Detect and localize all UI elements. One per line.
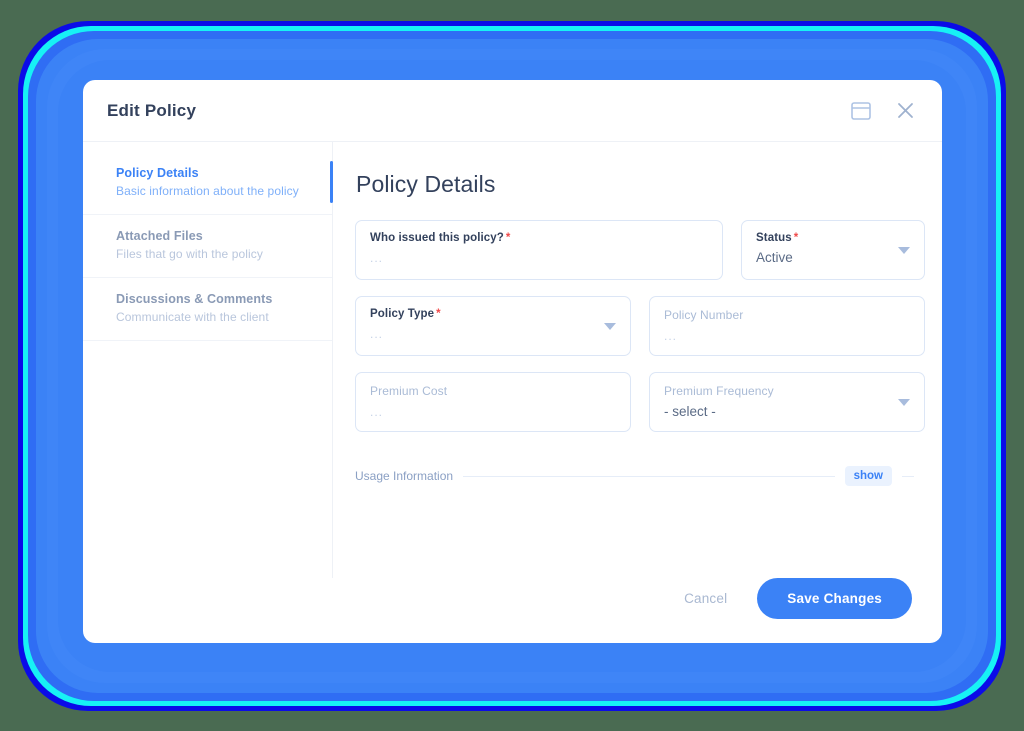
sidebar-item-sublabel: Basic information about the policy bbox=[116, 184, 299, 198]
premium-cost-field-label: Premium Cost bbox=[370, 384, 448, 398]
usage-information-label: Usage Information bbox=[355, 469, 454, 483]
divider-line-end bbox=[902, 475, 914, 477]
modal-body: Policy Details Basic information about t… bbox=[83, 142, 942, 578]
modal-sidebar: Policy Details Basic information about t… bbox=[83, 142, 333, 578]
policy-type-field[interactable]: Policy Type * ... bbox=[355, 296, 631, 356]
status-field-value: Active bbox=[756, 250, 793, 265]
premium-frequency-field-value: - select - bbox=[664, 404, 716, 419]
issuer-field-label: Who issued this policy? * bbox=[370, 232, 511, 244]
usage-show-toggle[interactable]: show bbox=[844, 466, 892, 486]
sidebar-item-label: Policy Details bbox=[116, 166, 199, 180]
close-icon[interactable] bbox=[892, 98, 918, 124]
window-icon[interactable] bbox=[848, 98, 874, 124]
policy-number-field[interactable]: Policy Number ... bbox=[649, 296, 925, 356]
sidebar-item-policy-details[interactable]: Policy Details Basic information about t… bbox=[83, 152, 333, 215]
page-title: Edit Policy bbox=[107, 100, 197, 120]
policy-type-field-label: Policy Type * bbox=[370, 308, 441, 320]
status-field[interactable]: Status * Active bbox=[741, 220, 925, 280]
premium-cost-field-value: ... bbox=[370, 405, 384, 419]
policy-details-panel: Policy Details Who issued this policy? * … bbox=[333, 142, 942, 578]
issuer-field-value: ... bbox=[370, 251, 384, 265]
sidebar-item-label: Discussions & Comments bbox=[116, 292, 273, 306]
modal-footer: Cancel Save Changes bbox=[83, 578, 942, 643]
cancel-button[interactable]: Cancel bbox=[680, 585, 731, 612]
modal-header: Edit Policy bbox=[83, 80, 942, 142]
required-mark: * bbox=[793, 232, 799, 244]
sidebar-item-attached-files[interactable]: Attached Files Files that go with the po… bbox=[83, 215, 332, 278]
save-changes-button[interactable]: Save Changes bbox=[757, 578, 912, 619]
sidebar-item-sublabel: Communicate with the client bbox=[116, 310, 269, 324]
policy-number-field-label: Policy Number bbox=[664, 308, 744, 322]
required-mark: * bbox=[505, 232, 511, 244]
usage-information-row: Usage Information show bbox=[355, 466, 918, 486]
required-mark: * bbox=[436, 308, 441, 320]
header-actions bbox=[848, 98, 918, 124]
premium-cost-field[interactable]: Premium Cost ... bbox=[355, 372, 631, 432]
form-row-3: Premium Cost ... Premium Frequency - sel… bbox=[355, 372, 925, 432]
policy-number-field-value: ... bbox=[664, 329, 678, 343]
divider-line bbox=[463, 475, 835, 477]
issuer-field[interactable]: Who issued this policy? * ... bbox=[355, 220, 723, 280]
sidebar-item-label: Attached Files bbox=[116, 229, 203, 243]
sidebar-item-discussions-comments[interactable]: Discussions & Comments Communicate with … bbox=[83, 278, 332, 341]
chevron-down-icon[interactable] bbox=[898, 247, 910, 254]
premium-frequency-field-label: Premium Frequency bbox=[664, 384, 774, 398]
form-row-1: Who issued this policy? * ... Status * Act… bbox=[355, 220, 925, 280]
chevron-down-icon[interactable] bbox=[898, 399, 910, 406]
premium-frequency-field[interactable]: Premium Frequency - select - bbox=[649, 372, 925, 432]
sidebar-item-sublabel: Files that go with the policy bbox=[116, 247, 263, 261]
chevron-down-icon[interactable] bbox=[604, 323, 616, 330]
edit-policy-modal: Edit Policy Policy Details Basic informa… bbox=[83, 80, 942, 643]
form-row-2: Policy Type * ... Policy Number ... bbox=[355, 296, 925, 356]
status-field-label: Status * bbox=[756, 232, 799, 244]
section-title: Policy Details bbox=[356, 171, 496, 197]
policy-type-field-value: ... bbox=[370, 327, 384, 341]
active-indicator bbox=[330, 161, 333, 203]
